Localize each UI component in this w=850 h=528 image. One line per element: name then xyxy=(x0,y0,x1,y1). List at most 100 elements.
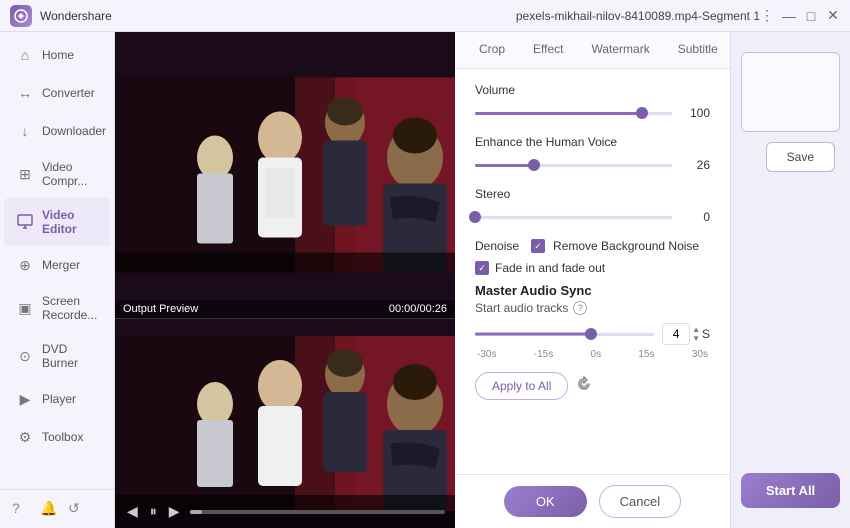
remove-bg-noise-checkbox[interactable]: ✓ xyxy=(531,239,545,253)
denoise-row: Denoise ✓ Remove Background Noise xyxy=(475,239,710,253)
tl-label-0: -30s xyxy=(477,349,496,360)
audio-settings: Volume 100 E xyxy=(455,69,730,474)
denoise-label: Denoise xyxy=(475,239,519,253)
enhance-slider-row: 26 xyxy=(475,155,710,175)
prev-frame-button[interactable]: ◀ xyxy=(125,501,140,522)
progress-fill xyxy=(190,510,203,514)
apply-to-all-button[interactable]: Apply to All xyxy=(475,372,568,400)
video-top-preview: Output Preview 00:00/00:26 xyxy=(115,32,455,318)
right-panel: Save Start All xyxy=(730,32,850,528)
volume-setting: Volume 100 xyxy=(475,83,710,123)
sidebar-item-video-compress[interactable]: ⊞ Video Compr... xyxy=(4,150,110,198)
sync-time-down[interactable]: ▼ xyxy=(692,335,700,343)
sidebar-label-burner: DVD Burner xyxy=(42,342,98,370)
tl-label-3: 15s xyxy=(638,349,654,360)
sidebar-label-recorder: Screen Recorde... xyxy=(42,294,98,322)
sync-help-icon[interactable]: ? xyxy=(573,301,587,315)
enhance-setting: Enhance the Human Voice 26 xyxy=(475,135,710,175)
editor-dialog: Output Preview 00:00/00:26 xyxy=(115,32,850,528)
enhance-thumb[interactable] xyxy=(528,159,540,171)
burner-icon: ⊙ xyxy=(16,347,34,365)
minimize-button[interactable]: — xyxy=(782,9,796,23)
sync-time-up[interactable]: ▲ xyxy=(692,326,700,334)
settings-panel: Crop Effect Watermark Subtitle Audio Spe… xyxy=(455,32,730,528)
close-button[interactable]: ✕ xyxy=(826,9,840,23)
timeline-slider[interactable] xyxy=(475,324,654,344)
stereo-thumb[interactable] xyxy=(469,211,481,223)
help-icon[interactable]: ? xyxy=(12,500,30,518)
audio-action-row: Apply to All xyxy=(475,372,710,400)
reset-button[interactable] xyxy=(576,376,592,397)
compress-icon: ⊞ xyxy=(16,165,34,183)
title-bar-filename: pexels-mikhail-nilov-8410089.mp4-Segment… xyxy=(516,9,760,23)
sync-subtitle-row: Start audio tracks ? xyxy=(475,301,710,315)
stereo-slider[interactable] xyxy=(475,207,672,227)
merger-icon: ⊕ xyxy=(16,256,34,274)
maximize-button[interactable]: □ xyxy=(804,9,818,23)
sidebar-item-player[interactable]: ▶ Player xyxy=(4,380,110,418)
home-icon: ⌂ xyxy=(16,46,34,64)
converter-icon: ↔ xyxy=(16,84,34,102)
sidebar-item-merger[interactable]: ⊕ Merger xyxy=(4,246,110,284)
sidebar-label-toolbox: Toolbox xyxy=(42,430,83,444)
tab-watermark[interactable]: Watermark xyxy=(577,32,663,68)
video-timecode: 00:00/00:26 xyxy=(389,303,447,315)
notification-icon[interactable]: 🔔 xyxy=(40,500,58,518)
sidebar-label-converter: Converter xyxy=(42,86,95,100)
fade-checkbox[interactable]: ✓ xyxy=(475,261,489,275)
sidebar-item-downloader[interactable]: ↓ Downloader xyxy=(4,112,110,150)
sidebar-bottom: ? 🔔 ↺ xyxy=(0,489,114,528)
player-icon: ▶ xyxy=(16,390,34,408)
video-bottom-preview: ◀ ⏸ ▶ xyxy=(115,318,455,528)
fade-check: ✓ xyxy=(478,263,486,274)
video-top-label-bar: Output Preview 00:00/00:26 xyxy=(115,300,455,318)
window-controls: ⋮ — □ ✕ xyxy=(760,9,840,23)
cancel-button[interactable]: Cancel xyxy=(599,485,681,518)
sidebar-label-downloader: Downloader xyxy=(42,124,106,138)
pause-button[interactable]: ⏸ xyxy=(148,501,159,522)
sidebar: ⌂ Home ↔ Converter ↓ Downloader ⊞ Video … xyxy=(0,32,115,528)
title-bar: Wondershare pexels-mikhail-nilov-8410089… xyxy=(0,0,850,32)
save-button[interactable]: Save xyxy=(766,142,835,172)
downloader-icon: ↓ xyxy=(16,122,34,140)
sidebar-label-player: Player xyxy=(42,392,76,406)
sidebar-item-toolbox[interactable]: ⚙ Toolbox xyxy=(4,418,110,456)
stereo-slider-row: 0 xyxy=(475,207,710,227)
sidebar-label-editor: Video Editor xyxy=(42,208,98,236)
next-frame-button[interactable]: ▶ xyxy=(167,501,182,522)
volume-thumb[interactable] xyxy=(636,107,648,119)
fade-label: Fade in and fade out xyxy=(495,261,605,275)
tl-label-4: 30s xyxy=(692,349,708,360)
master-audio-sync: Master Audio Sync Start audio tracks ? xyxy=(475,283,710,360)
sync-subtitle-text: Start audio tracks xyxy=(475,301,568,315)
stereo-setting: Stereo 0 xyxy=(475,187,710,227)
tab-subtitle[interactable]: Subtitle xyxy=(664,32,730,68)
refresh-icon[interactable]: ↺ xyxy=(68,500,86,518)
volume-slider[interactable] xyxy=(475,103,672,123)
sidebar-label-home: Home xyxy=(42,48,74,62)
stereo-label: Stereo xyxy=(475,187,710,201)
sidebar-item-screen-recorder[interactable]: ▣ Screen Recorde... xyxy=(4,284,110,332)
toolbox-icon: ⚙ xyxy=(16,428,34,446)
sync-title: Master Audio Sync xyxy=(475,283,710,298)
playback-progress-bar[interactable] xyxy=(190,510,445,514)
tab-effect[interactable]: Effect xyxy=(519,32,577,68)
tab-crop[interactable]: Crop xyxy=(465,32,519,68)
timeline-labels: -30s -15s 0s 15s 30s xyxy=(475,349,710,360)
sidebar-item-video-editor[interactable]: Video Editor xyxy=(4,198,110,246)
tab-bar: Crop Effect Watermark Subtitle Audio Spe… xyxy=(455,32,730,69)
sidebar-item-converter[interactable]: ↔ Converter xyxy=(4,74,110,112)
timeline-thumb[interactable] xyxy=(585,328,597,340)
enhance-slider[interactable] xyxy=(475,155,672,175)
start-all-button[interactable]: Start All xyxy=(741,473,840,508)
ok-button[interactable]: OK xyxy=(504,486,587,517)
editor-icon xyxy=(16,213,34,231)
tl-label-1: -15s xyxy=(534,349,553,360)
sidebar-item-home[interactable]: ⌂ Home xyxy=(4,36,110,74)
tl-label-2: 0s xyxy=(591,349,602,360)
settings-button[interactable]: ⋮ xyxy=(760,9,774,23)
content-area: Output Preview 00:00/00:26 xyxy=(115,32,850,528)
stereo-track xyxy=(475,216,672,219)
video-controls: ◀ ⏸ ▶ xyxy=(115,495,455,528)
sidebar-item-dvd-burner[interactable]: ⊙ DVD Burner xyxy=(4,332,110,380)
